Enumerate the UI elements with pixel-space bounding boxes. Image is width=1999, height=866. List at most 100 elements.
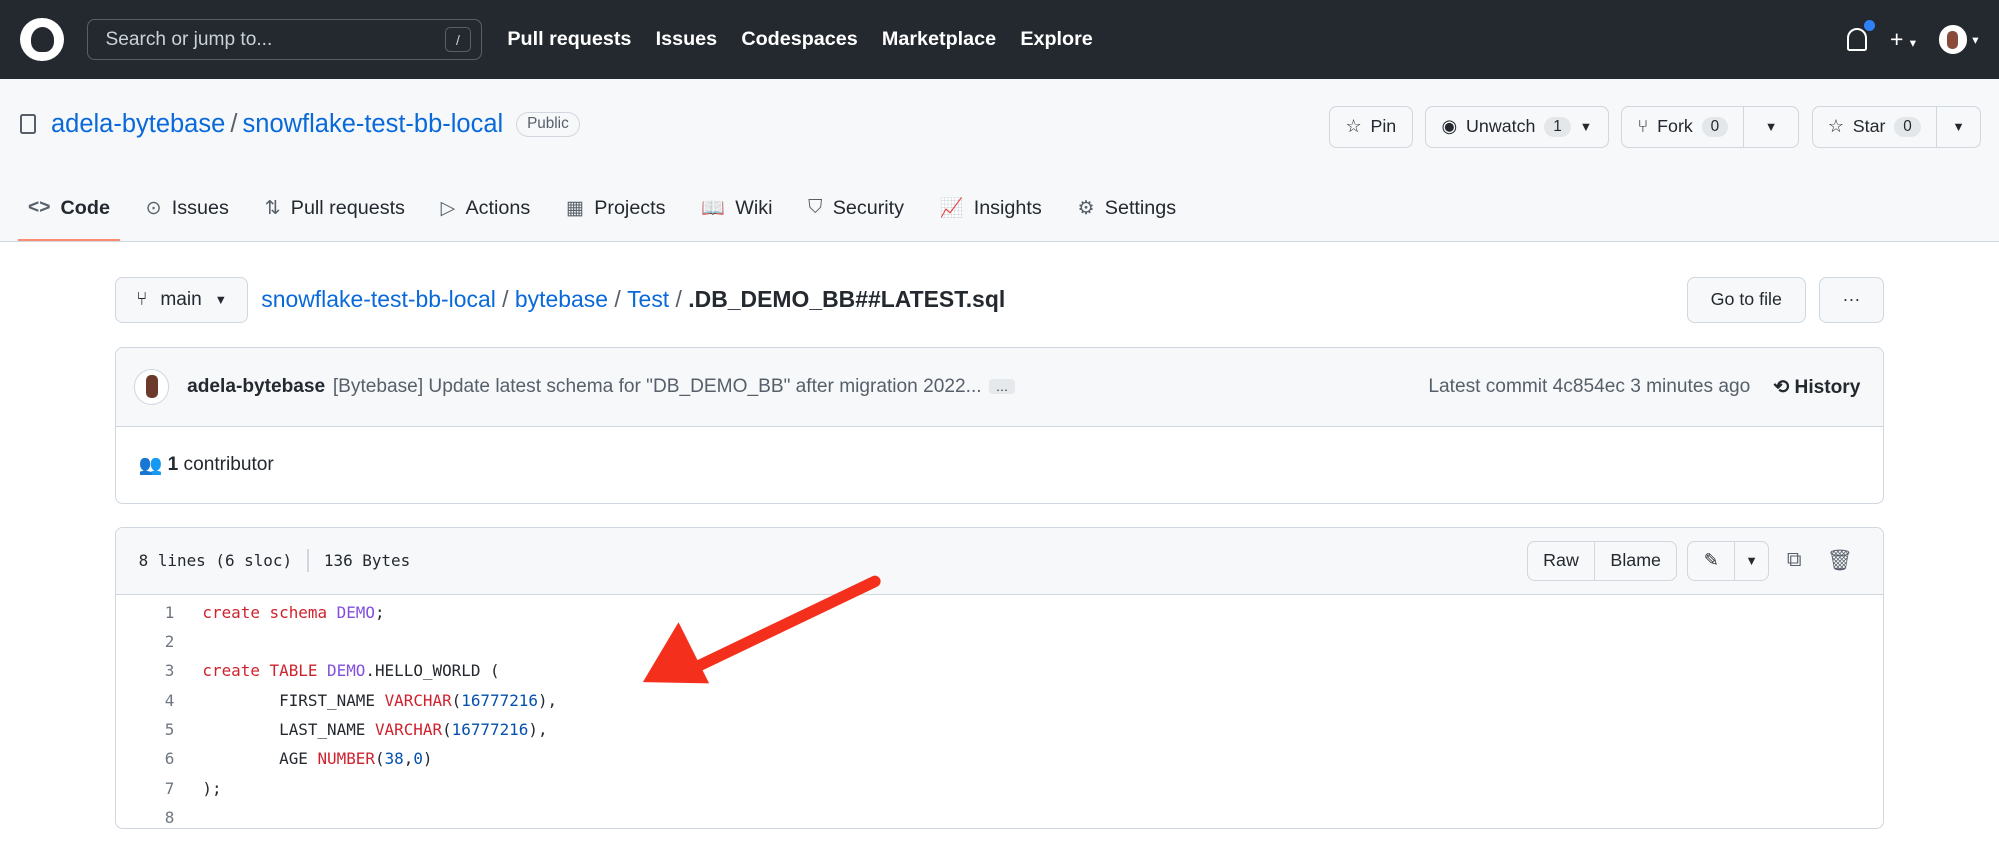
code-token: create TABLE [202,661,328,681]
tab-label: Wiki [735,196,773,219]
contributor-count: 1 [167,454,179,476]
author-avatar[interactable] [133,368,170,405]
tab-label: Issues [171,196,229,219]
code-token: 16777216 [461,690,538,710]
tab-code[interactable]: <> Code [17,177,121,242]
breadcrumb-test[interactable]: Test [627,286,669,312]
repo-header: adela-bytebase / snowflake-test-bb-local… [0,79,1999,243]
tab-insights[interactable]: 📈 Insights [930,177,1052,241]
code-token: 0 [413,749,423,769]
star-count: 0 [1894,116,1921,138]
tab-icon: ⚙ [1077,198,1095,220]
go-to-file-button[interactable]: Go to file [1686,276,1806,323]
line-content: create schema DEMO; [174,603,384,622]
raw-blame-group: Raw Blame [1526,541,1678,581]
breadcrumb-file: .DB_DEMO_BB##LATEST.sql [688,286,1006,313]
contributors[interactable]: 👥 1 contributor [116,427,1884,503]
star-dropdown-caret-icon[interactable]: ▼ [1935,106,1980,147]
fork-dropdown-caret-icon[interactable]: ▼ [1743,106,1797,147]
nav-issues[interactable]: Issues [656,28,718,51]
file-viewer: 8 lines (6 sloc) 136 Bytes Raw Blame ✎ ▼ ⧉ … [114,526,1885,829]
tab-actions[interactable]: ▷ Actions [430,177,540,241]
line-content: create TABLE DEMO.HELLO_WORLD ( [174,661,499,680]
edit-pencil-icon[interactable]: ✎ [1688,542,1734,580]
more-options-button[interactable]: ··· [1818,276,1885,323]
line-content: FIRST_NAME VARCHAR(16777216), [174,691,557,710]
expand-message-button[interactable]: … [989,379,1015,395]
tab-projects[interactable]: ▦ Projects [556,177,676,241]
raw-button[interactable]: Raw [1528,542,1594,580]
code-token: ( [451,690,462,710]
code-token: ( [374,749,385,769]
avatar [1939,25,1968,54]
trash-icon[interactable]: 🗑 [1819,548,1860,573]
line-content: AGE NUMBER(38,0) [174,749,432,768]
caret-down-icon: ▼ [1579,119,1593,135]
tab-security[interactable]: ⛉ Security [798,177,914,241]
notifications-bell-icon[interactable] [1846,19,1876,51]
code-line: 7); [116,774,1884,803]
fork-label: Fork [1657,116,1693,137]
eye-icon: ◉ [1441,116,1458,137]
user-menu[interactable]: ▾ [1939,25,1979,54]
star-button[interactable]: ☆ Star 0 ▼ [1811,105,1982,148]
code-token: 38 [384,749,404,769]
blame-button[interactable]: Blame [1594,542,1676,580]
line-number[interactable]: 1 [116,603,175,622]
fork-button[interactable]: ⑂ Fork 0 ▼ [1621,105,1799,148]
pin-label: Pin [1370,116,1397,137]
tab-icon: 📖 [701,198,726,220]
line-number[interactable]: 6 [116,749,175,768]
search-input[interactable]: Search or jump to... / [86,19,482,60]
tab-settings[interactable]: ⚙ Settings [1067,177,1186,241]
code-line: 5 LAST_NAME VARCHAR(16777216), [116,715,1884,744]
code-token: VARCHAR [384,690,452,710]
pin-button[interactable]: ☆ Pin [1329,105,1413,148]
tab-label: Pull requests [290,196,405,219]
tab-pull-requests[interactable]: ⇅ Pull requests [254,177,415,241]
nav-explore[interactable]: Explore [1020,28,1092,51]
search-placeholder: Search or jump to... [105,28,273,50]
tab-icon: ⛉ [808,197,823,219]
line-number[interactable]: 8 [116,808,175,827]
github-logo-icon[interactable] [20,17,64,62]
branch-icon: ⑂ [136,288,148,310]
unwatch-button[interactable]: ◉ Unwatch 1 ▼ [1425,105,1609,148]
line-number[interactable]: 7 [116,779,175,798]
breadcrumb-repo[interactable]: snowflake-test-bb-local [261,286,496,312]
code-token: 16777216 [451,720,529,740]
star-icon: ☆ [1827,116,1844,137]
tab-wiki[interactable]: 📖 Wiki [691,177,783,241]
history-link[interactable]: ⟲ History [1773,375,1860,399]
nav-pull-requests[interactable]: Pull requests [507,28,631,51]
repo-name-link[interactable]: snowflake-test-bb-local [243,110,504,139]
tab-issues[interactable]: ⊙ Issues [135,177,239,241]
tab-icon: ⊙ [145,198,162,220]
code-token: LAST_NAME [202,720,375,740]
code-token: VARCHAR [374,720,443,740]
line-number[interactable]: 4 [116,691,175,710]
plus-icon: + [1889,26,1904,52]
edit-dropdown-caret-icon[interactable]: ▼ [1734,542,1768,580]
tab-label: Code [60,196,110,219]
nav-codespaces[interactable]: Codespaces [741,28,857,51]
repo-owner-link[interactable]: adela-bytebase [51,110,225,139]
code-token: FIRST_NAME [202,690,385,710]
line-number[interactable]: 5 [116,720,175,739]
line-number[interactable]: 3 [116,661,175,680]
slash-shortcut: / [445,26,471,53]
nav-marketplace[interactable]: Marketplace [882,28,996,51]
tab-label: Insights [973,196,1042,219]
line-count: 8 lines (6 sloc) [138,551,293,571]
fork-icon: ⑂ [1637,116,1649,137]
line-number[interactable]: 2 [116,632,175,651]
branch-selector[interactable]: ⑂ main ▼ [114,276,249,323]
copy-icon[interactable]: ⧉ [1779,549,1809,572]
breadcrumb-bytebase[interactable]: bytebase [515,286,608,312]
create-new-button[interactable]: + ▾ [1890,26,1916,53]
latest-commit-info[interactable]: Latest commit 4c854ec 3 minutes ago [1428,376,1750,398]
commit-message[interactable]: [Bytebase] Update latest schema for "DB_… [333,376,982,398]
code-token: ( [442,720,452,740]
commit-author[interactable]: adela-bytebase [187,376,325,398]
caret-down-icon: ▾ [1972,31,1979,47]
